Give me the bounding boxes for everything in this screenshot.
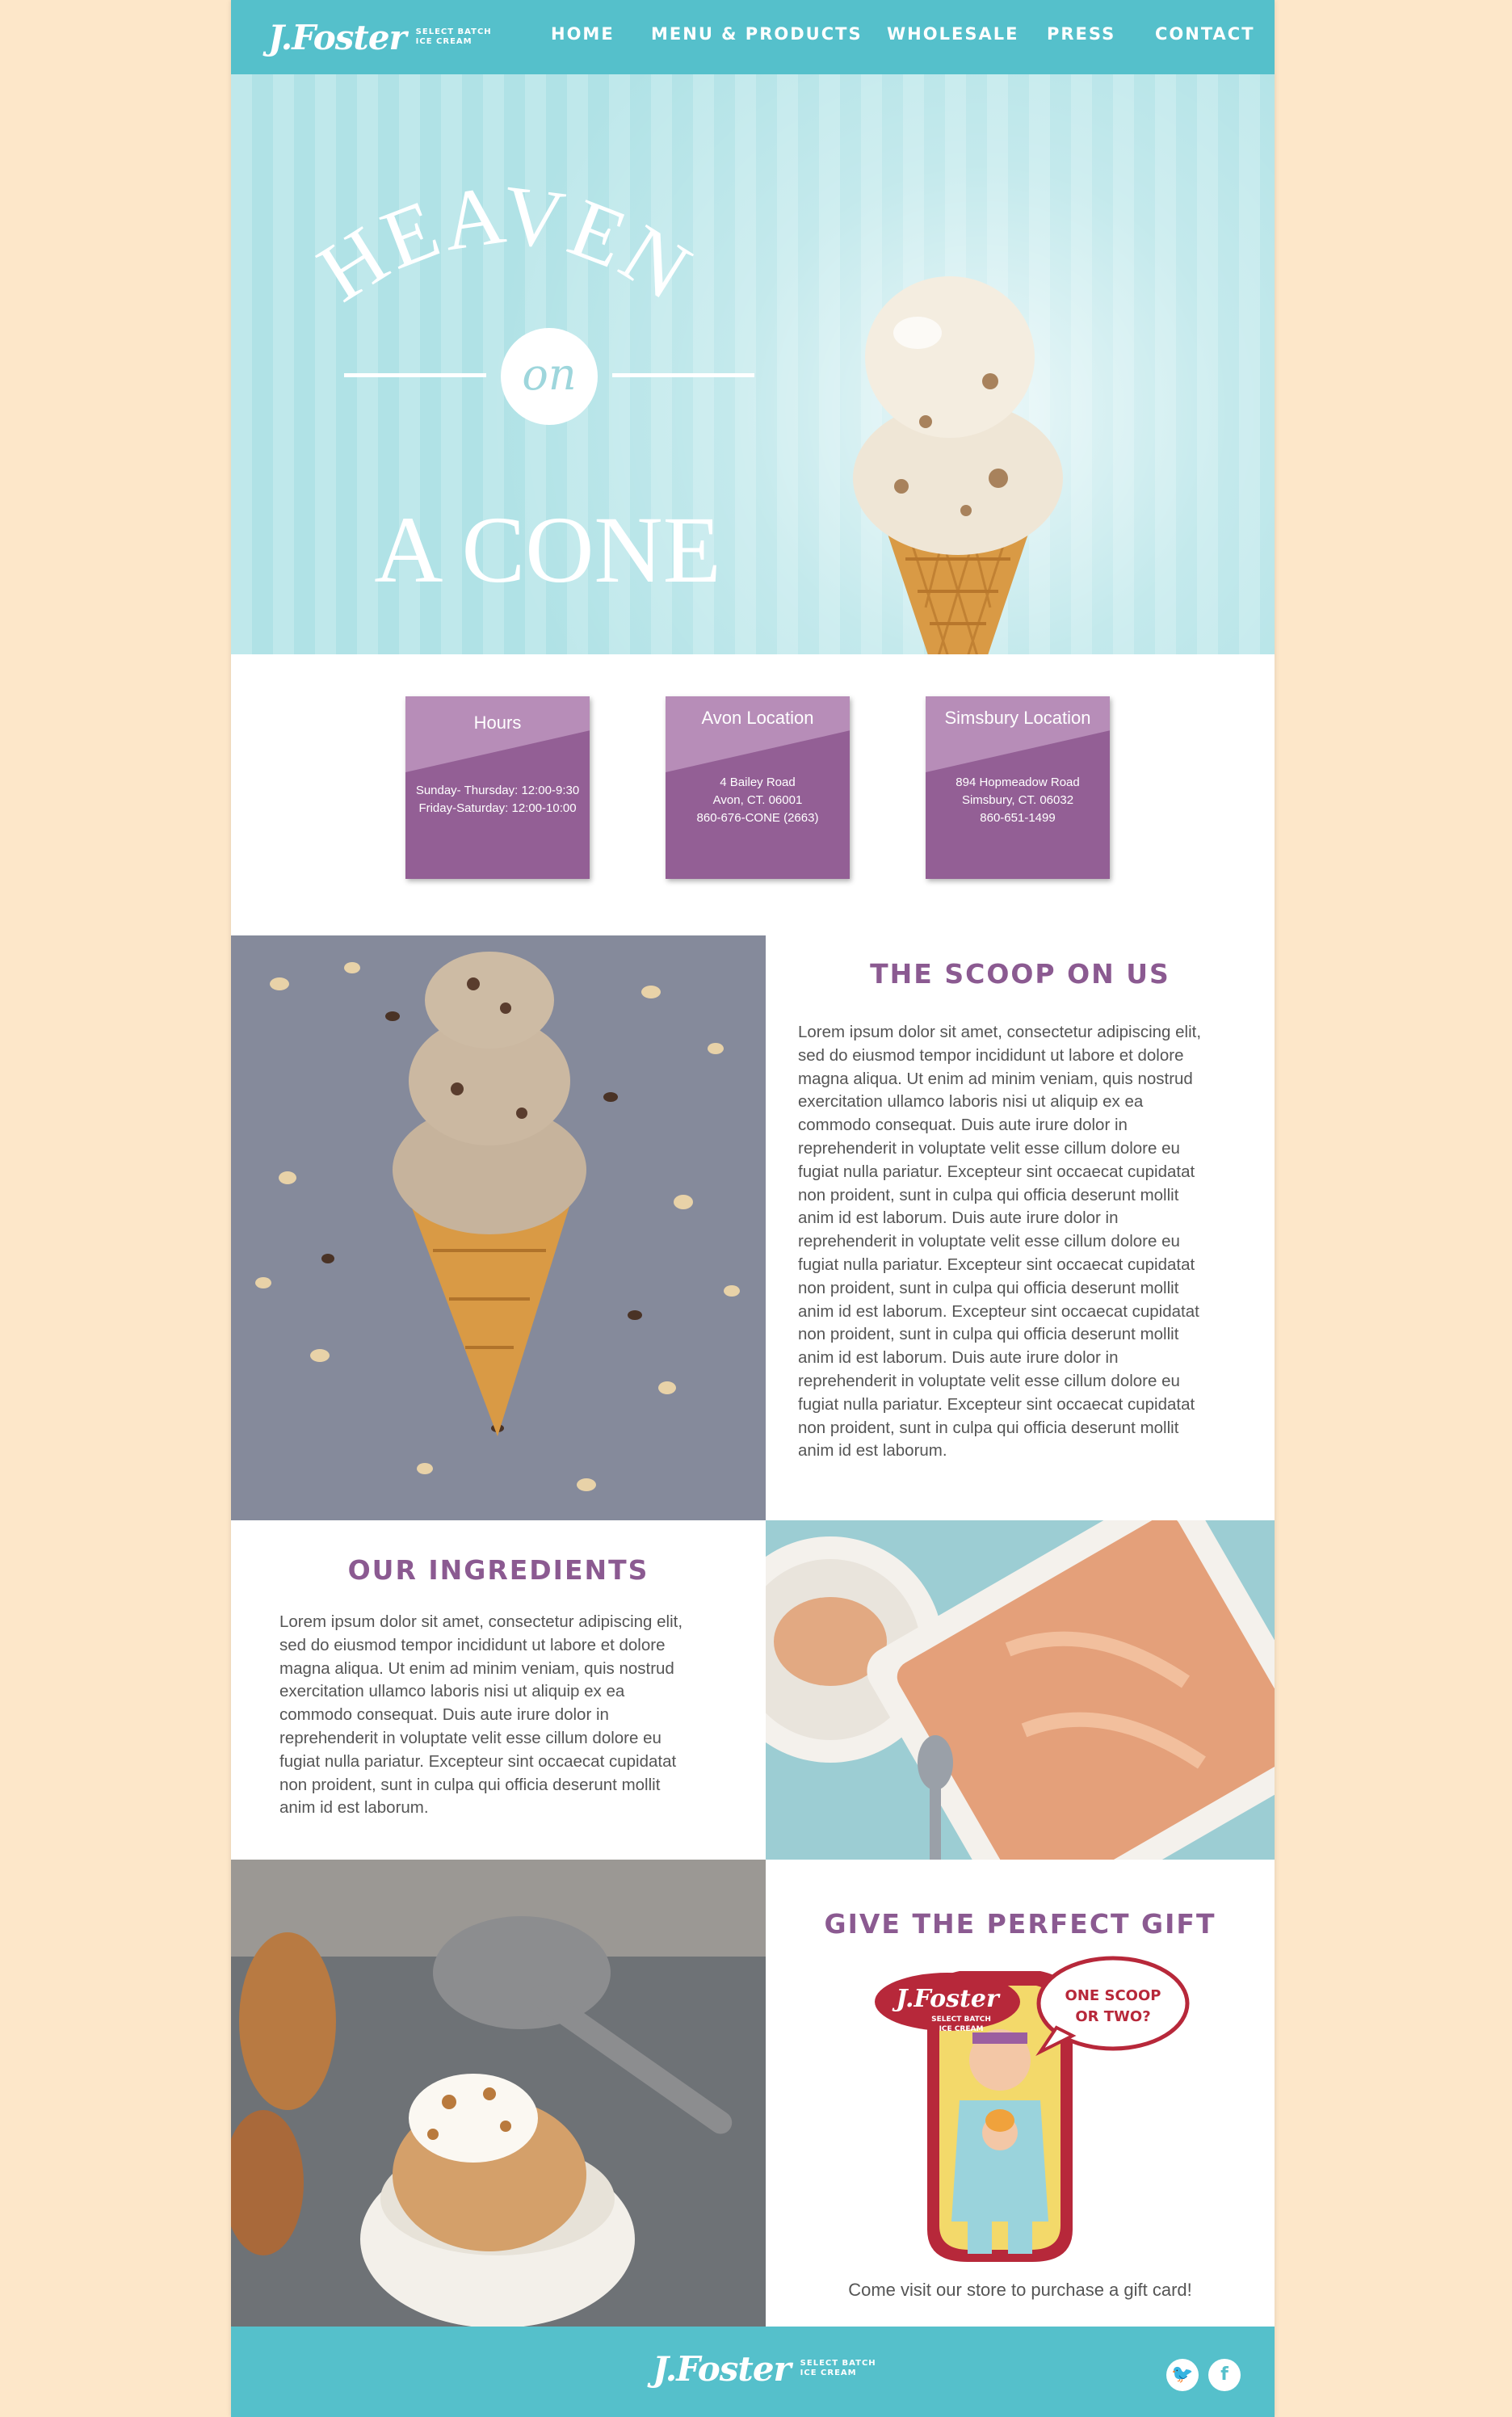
- avon-line-1: 4 Bailey Road: [720, 776, 796, 789]
- hero-on-badge: on: [501, 328, 598, 425]
- facebook-icon[interactable]: f: [1208, 2359, 1241, 2391]
- scoop-line: non proident, sunt in culpa qui officia …: [798, 1325, 1179, 1344]
- avon-body: 4 Bailey Road Avon, CT. 06001 860-676-CO…: [666, 774, 850, 827]
- hours-card: Hours Sunday- Thursday: 12:00-9:30 Frida…: [405, 696, 590, 879]
- scoop-paragraph: Lorem ipsum dolor sit amet, consectetur …: [798, 1021, 1250, 1463]
- gift-card-note: Come visit our store to purchase a gift …: [848, 2280, 1192, 2300]
- nav-menu-products[interactable]: MENU & PRODUCTS: [651, 24, 863, 44]
- hero-a-cone-text: A CONE: [374, 497, 721, 603]
- svg-text:HEAVEN: HEAVEN: [312, 179, 699, 320]
- top-navigation-bar: J.Foster SELECT BATCH ICE CREAM HOME MEN…: [231, 0, 1275, 74]
- hero-on-text: on: [522, 349, 577, 400]
- ingredients-line: non proident, sunt in culpa qui officia …: [279, 1775, 661, 1794]
- logo-tagline: SELECT BATCH ICE CREAM: [416, 27, 492, 47]
- scoop-line: non proident, sunt in culpa qui officia …: [798, 1185, 1179, 1204]
- hero-divider-left: [344, 373, 486, 377]
- card-header-shape: [405, 696, 590, 772]
- footer-logo-tagline: SELECT BATCH ICE CREAM: [800, 2359, 876, 2378]
- gift-logo-sub2: ICE CREAM: [939, 2025, 984, 2033]
- scoop-line: Lorem ipsum dolor sit amet, consectetur …: [798, 1023, 1202, 1041]
- ingredients-line: sed do eiusmod tempor incididunt ut labo…: [279, 1635, 666, 1654]
- logo-tagline-line2: ICE CREAM: [415, 37, 472, 46]
- simsbury-location-card: Simsbury Location 894 Hopmeadow Road Sim…: [926, 696, 1110, 879]
- scoop-line: reprehenderit in voluptate velit esse ci…: [798, 1232, 1180, 1251]
- nav-wholesale[interactable]: WHOLESALE: [887, 24, 1018, 44]
- scoop-line: sed do eiusmod tempor incididunt ut labo…: [798, 1045, 1184, 1065]
- footer: J.Foster SELECT BATCH ICE CREAM 🐦 f: [231, 2327, 1275, 2417]
- hours-title: Hours: [473, 712, 522, 733]
- nav-press[interactable]: PRESS: [1047, 24, 1115, 44]
- avon-line-3: 860-676-CONE (2663): [696, 811, 819, 825]
- ice-cream-cone-image: [853, 276, 1063, 654]
- gift-logo-sub1: SELECT BATCH: [931, 2016, 991, 2024]
- twitter-icon[interactable]: 🐦: [1166, 2359, 1199, 2391]
- simsbury-line-2: Simsbury, CT. 06032: [961, 793, 1074, 807]
- scoop-line: anim id est laborum.: [798, 1441, 947, 1461]
- hours-line-2: Friday-Saturday: 12:00-10:00: [418, 801, 577, 815]
- ingredients-line: exercitation ullamco laboris nisi ut ali…: [279, 1682, 625, 1701]
- nut-cone-photo: [231, 935, 766, 1520]
- cookie-ice-cream-illustration: [231, 1860, 766, 2327]
- scoop-line: anim id est laborum. Duis aute irure dol…: [798, 1348, 1119, 1368]
- brand-logo[interactable]: J.Foster SELECT BATCH ICE CREAM: [268, 13, 492, 61]
- avon-line-2: Avon, CT. 06001: [712, 793, 803, 807]
- gift-bubble-line1: ONE SCOOP: [1065, 1987, 1161, 2004]
- hero-banner: HEAVEN on A CONE: [231, 74, 1275, 654]
- hero-heaven-text: HEAVEN: [312, 179, 699, 320]
- simsbury-body: 894 Hopmeadow Road Simsbury, CT. 06032 8…: [926, 774, 1110, 827]
- simsbury-line-3: 860-651-1499: [980, 811, 1056, 825]
- scoop-section-title: THE SCOOP ON US: [870, 958, 1170, 990]
- ingredients-line: reprehenderit in voluptate velit esse ci…: [279, 1728, 662, 1747]
- ingredients-paragraph: Lorem ipsum dolor sit amet, consectetur …: [279, 1611, 748, 1820]
- avon-title: Avon Location: [701, 708, 814, 728]
- logo-script: J.Foster: [268, 17, 407, 57]
- footer-logo[interactable]: J.Foster SELECT BATCH ICE CREAM: [653, 2344, 876, 2393]
- scoop-line: magna aliqua. Ut enim ad minim veniam, q…: [798, 1069, 1193, 1088]
- footer-logo-script: J.Foster: [653, 2348, 792, 2389]
- ingredients-line: fugiat nulla pariatur. Excepteur sint oc…: [279, 1751, 677, 1771]
- scoop-line: anim id est laborum. Duis aute irure dol…: [798, 1208, 1119, 1228]
- scoop-line: anim id est laborum. Excepteur sint occa…: [798, 1301, 1199, 1321]
- footer-logo-line1: SELECT BATCH: [800, 2359, 876, 2368]
- hours-line-1: Sunday- Thursday: 12:00-9:30: [415, 784, 580, 797]
- ingredients-line: magna aliqua. Ut enim ad minim veniam, q…: [279, 1658, 674, 1678]
- hours-body: Sunday- Thursday: 12:00-9:30 Friday-Satu…: [405, 782, 590, 818]
- scoop-line: fugiat nulla pariatur. Excepteur sint oc…: [798, 1162, 1195, 1181]
- scoop-line: fugiat nulla pariatur. Excepteur sint oc…: [798, 1255, 1195, 1274]
- scoop-line: non proident, sunt in culpa qui officia …: [798, 1418, 1179, 1437]
- gift-bubble-line2: OR TWO?: [1075, 2008, 1150, 2025]
- scoop-line: commodo consequat. Duis aute irure dolor…: [798, 1116, 1128, 1135]
- scoop-line: non proident, sunt in culpa qui officia …: [798, 1278, 1179, 1297]
- page-container: J.Foster SELECT BATCH ICE CREAM HOME MEN…: [231, 0, 1275, 2417]
- scoop-line: exercitation ullamco laboris nisi ut ali…: [798, 1092, 1144, 1112]
- footer-logo-line2: ICE CREAM: [800, 2369, 857, 2377]
- nut-cone-illustration: [231, 935, 766, 1520]
- ingredients-line: anim id est laborum.: [279, 1798, 429, 1818]
- gift-section-title: GIVE THE PERFECT GIFT: [824, 1908, 1216, 1940]
- scoop-line: fugiat nulla pariatur. Excepteur sint oc…: [798, 1394, 1195, 1414]
- ice-cream-tub-illustration: [766, 1520, 1275, 1860]
- gift-logo-script: J.Foster: [892, 1985, 1001, 2013]
- nav-contact[interactable]: CONTACT: [1155, 24, 1255, 44]
- gift-card-mascot-illustration[interactable]: J.Foster SELECT BATCH ICE CREAM ONE SCOO…: [871, 1955, 1194, 2270]
- simsbury-line-1: 894 Hopmeadow Road: [956, 776, 1080, 789]
- cookie-ice-cream-photo: [231, 1860, 766, 2327]
- ingredients-line: commodo consequat. Duis aute irure dolor…: [279, 1705, 609, 1725]
- avon-location-card: Avon Location 4 Bailey Road Avon, CT. 06…: [666, 696, 850, 879]
- simsbury-title: Simsbury Location: [944, 708, 1091, 728]
- logo-tagline-line1: SELECT BATCH: [415, 27, 492, 36]
- hero-divider-right: [612, 373, 754, 377]
- ingredients-section-title: OUR INGREDIENTS: [347, 1554, 649, 1586]
- nav-home[interactable]: HOME: [551, 24, 615, 44]
- scoop-line: reprehenderit in voluptate velit esse ci…: [798, 1138, 1180, 1158]
- scoop-line: reprehenderit in voluptate velit esse ci…: [798, 1371, 1180, 1390]
- ice-cream-tub-photo: [766, 1520, 1275, 1860]
- hero-heaven-arc: HEAVEN: [312, 179, 699, 320]
- ingredients-line: Lorem ipsum dolor sit amet, consectetur …: [279, 1612, 683, 1631]
